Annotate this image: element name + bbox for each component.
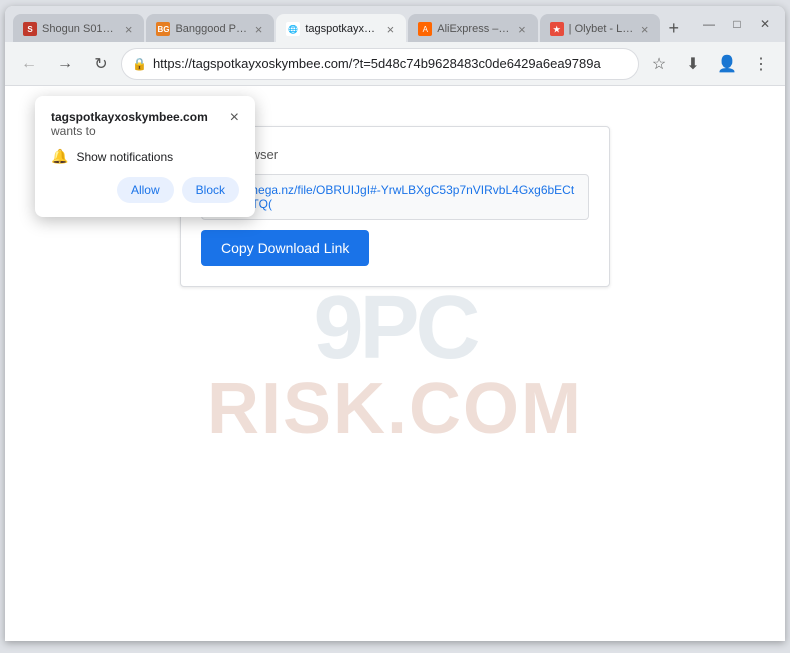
address-bar[interactable]: 🔒 https://tagspotkayxoskymbee.com/?t=5d4…	[121, 48, 639, 80]
tab-olybet[interactable]: ★ | Olybet - Lazybos ×	[540, 14, 661, 42]
tab-favicon-tagsspot: 🌐	[286, 22, 300, 36]
close-window-button[interactable]: ✕	[753, 12, 777, 36]
tab-close-tagsspot[interactable]: ×	[385, 21, 397, 38]
lock-icon: 🔒	[132, 57, 147, 71]
nav-actions: ☆ ⬇ 👤 ⋮	[643, 48, 777, 80]
tab-label-banggood: Banggood Русско...	[175, 23, 247, 35]
bookmark-button[interactable]: ☆	[643, 48, 675, 80]
popup-site-name: tagspotkayxoskymbee.com	[51, 110, 208, 124]
forward-button[interactable]: →	[49, 48, 81, 80]
profile-button[interactable]: 👤	[711, 48, 743, 80]
nav-bar: ← → ↻ 🔒 https://tagspotkayxoskymbee.com/…	[5, 42, 785, 86]
tab-banggood[interactable]: BG Banggood Русско... ×	[146, 14, 274, 42]
info-text: ...y... browser	[201, 147, 589, 162]
allow-button[interactable]: Allow	[117, 177, 174, 203]
tab-favicon-shogun: S	[23, 22, 37, 36]
back-button[interactable]: ←	[13, 48, 45, 80]
popup-header: tagspotkayxoskymbee.com wants to ×	[51, 110, 239, 138]
menu-button[interactable]: ⋮	[745, 48, 777, 80]
tab-favicon-ali: A	[418, 22, 432, 36]
popup-close-button[interactable]: ×	[230, 110, 239, 126]
title-bar: S Shogun S01E01.m... × BG Banggood Русск…	[5, 6, 785, 42]
download-button[interactable]: ⬇	[677, 48, 709, 80]
watermark-bottom: RISK.COM	[207, 373, 583, 445]
new-tab-button[interactable]: +	[662, 14, 685, 42]
reload-button[interactable]: ↻	[85, 48, 117, 80]
tab-close-banggood[interactable]: ×	[253, 21, 265, 38]
tab-close-ali[interactable]: ×	[516, 21, 528, 38]
popup-actions: Allow Block	[51, 177, 239, 203]
block-button[interactable]: Block	[182, 177, 239, 203]
tab-label-olybet: | Olybet - Lazybos	[569, 23, 634, 35]
watermark-top: 9PC	[313, 283, 476, 373]
tab-ali[interactable]: A AliExpress – Onlin... ×	[408, 14, 537, 42]
tab-close-olybet[interactable]: ×	[639, 21, 651, 38]
maximize-button[interactable]: □	[725, 12, 749, 36]
tab-tagsspot[interactable]: 🌐 tagspotkayxoskym... ×	[276, 14, 406, 42]
tabs-area: S Shogun S01E01.m... × BG Banggood Русск…	[13, 6, 685, 42]
url-text: https://tagspotkayxoskymbee.com/?t=5d48c…	[153, 56, 628, 71]
notification-popup: tagspotkayxoskymbee.com wants to × 🔔 Sho…	[35, 96, 255, 217]
bell-icon: 🔔	[51, 148, 68, 165]
popup-notification-row: 🔔 Show notifications	[51, 148, 239, 165]
tab-favicon-banggood: BG	[156, 22, 170, 36]
tab-shogun[interactable]: S Shogun S01E01.m... ×	[13, 14, 144, 42]
tab-label-tagsspot: tagspotkayxoskym...	[305, 23, 379, 35]
tab-label-ali: AliExpress – Onlin...	[437, 23, 511, 35]
browser-window: S Shogun S01E01.m... × BG Banggood Русск…	[5, 6, 785, 641]
tab-label-shogun: Shogun S01E01.m...	[42, 23, 118, 35]
popup-title-group: tagspotkayxoskymbee.com wants to	[51, 110, 208, 138]
popup-wants-text: wants to	[51, 124, 208, 138]
window-controls: — □ ✕	[697, 12, 777, 36]
tab-close-shogun[interactable]: ×	[123, 21, 135, 38]
show-notifications-label: Show notifications	[76, 150, 173, 164]
content-area: 9PC RISK.COM ...y... browser https://meg…	[5, 86, 785, 641]
minimize-button[interactable]: —	[697, 12, 721, 36]
tab-favicon-olybet: ★	[550, 22, 564, 36]
download-link-text: https://mega.nz/file/OBRUIJgI#-YrwLBXgC5…	[201, 174, 589, 220]
copy-download-link-button[interactable]: Copy Download Link	[201, 230, 369, 266]
